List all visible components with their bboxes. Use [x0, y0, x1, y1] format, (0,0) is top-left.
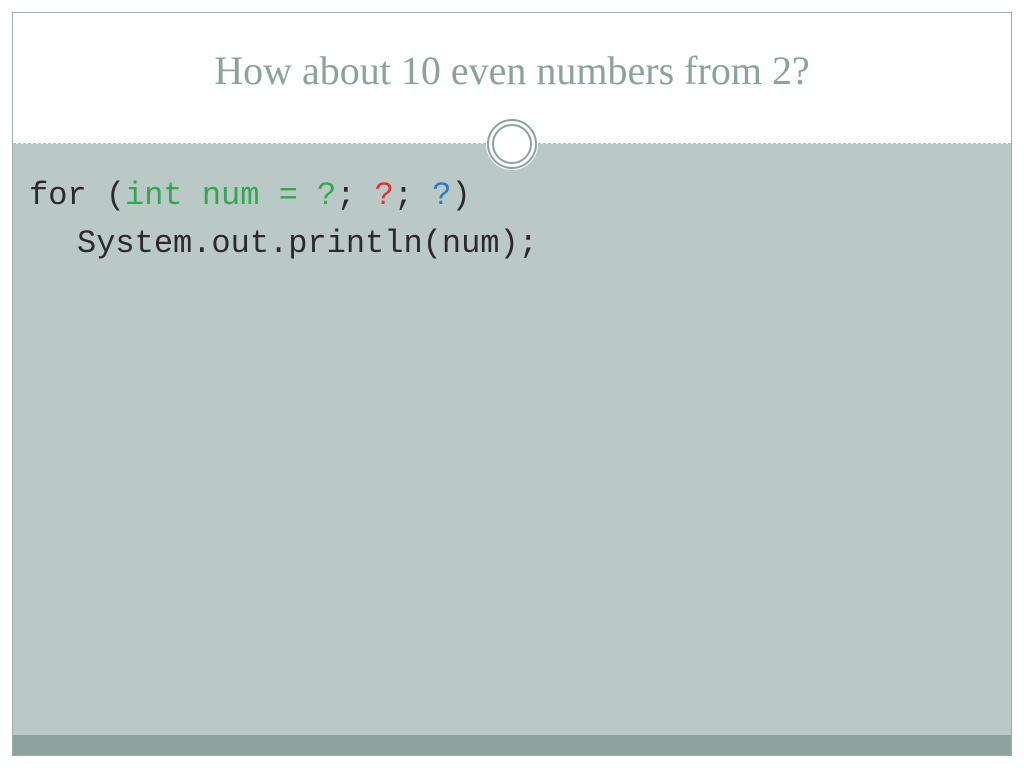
- slide-frame: How about 10 even numbers from 2? for (i…: [12, 12, 1012, 756]
- content-area: for (int num = ?; ?; ?) System.out.print…: [13, 144, 1011, 735]
- slide-title: How about 10 even numbers from 2?: [214, 47, 809, 94]
- footer-bar: [13, 735, 1011, 755]
- code-token: ;: [336, 177, 374, 214]
- code-token: ?: [432, 177, 451, 214]
- code-line: System.out.println(num);: [29, 225, 538, 262]
- code-token: ?: [375, 177, 394, 214]
- circle-ornament-icon: [486, 118, 538, 170]
- code-token: int num = ?: [125, 177, 336, 214]
- code-token: for (: [29, 177, 125, 214]
- code-token: ): [451, 177, 470, 214]
- code-token: ;: [394, 177, 432, 214]
- title-area: How about 10 even numbers from 2?: [13, 13, 1011, 127]
- code-block: for (int num = ?; ?; ?) System.out.print…: [29, 172, 995, 268]
